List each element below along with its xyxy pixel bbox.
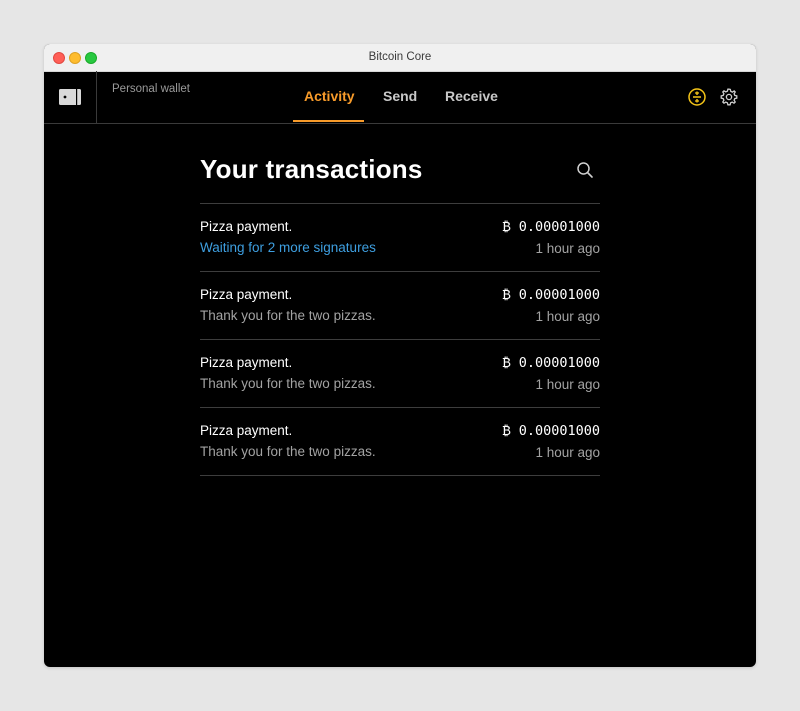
app-window: Bitcoin Core Personal wallet Activity Se… bbox=[44, 44, 756, 667]
transaction-list: Pizza payment. Waiting for 2 more signat… bbox=[200, 203, 600, 476]
active-tab-indicator bbox=[293, 120, 364, 122]
transaction-note: Thank you for the two pizzas. bbox=[200, 444, 376, 459]
transaction-amount: ₿ 0.00001000 bbox=[502, 423, 600, 439]
transaction-label: Pizza payment. bbox=[200, 355, 293, 370]
transaction-row[interactable]: Pizza payment. Thank you for the two piz… bbox=[200, 340, 600, 407]
transaction-label: Pizza payment. bbox=[200, 219, 293, 234]
wallet-name-label: Personal wallet bbox=[112, 83, 190, 95]
list-divider bbox=[200, 475, 600, 476]
transaction-status-note: Waiting for 2 more signatures bbox=[200, 240, 376, 255]
title-bar: Bitcoin Core bbox=[44, 44, 756, 72]
window-title: Bitcoin Core bbox=[368, 51, 432, 63]
transaction-row[interactable]: Pizza payment. Thank you for the two piz… bbox=[200, 272, 600, 339]
transaction-time: 1 hour ago bbox=[535, 445, 600, 460]
network-status-icon[interactable] bbox=[687, 87, 707, 107]
transaction-label: Pizza payment. bbox=[200, 423, 293, 438]
wallet-icon bbox=[59, 89, 81, 105]
search-icon[interactable] bbox=[576, 161, 594, 179]
top-navigation-bar: Personal wallet Activity Send Receive bbox=[44, 71, 756, 124]
tab-receive[interactable]: Receive bbox=[445, 88, 498, 104]
transaction-row[interactable]: Pizza payment. Waiting for 2 more signat… bbox=[200, 204, 600, 271]
tab-activity[interactable]: Activity bbox=[304, 88, 355, 104]
transaction-amount: ₿ 0.00001000 bbox=[502, 287, 600, 303]
transaction-time: 1 hour ago bbox=[535, 241, 600, 256]
transaction-time: 1 hour ago bbox=[535, 309, 600, 324]
transaction-time: 1 hour ago bbox=[535, 377, 600, 392]
wallet-selector-button[interactable] bbox=[44, 71, 97, 123]
transaction-amount: ₿ 0.00001000 bbox=[502, 219, 600, 235]
gear-icon[interactable] bbox=[719, 87, 739, 107]
transaction-amount: ₿ 0.00001000 bbox=[502, 355, 600, 371]
transaction-note: Thank you for the two pizzas. bbox=[200, 376, 376, 391]
transaction-note: Thank you for the two pizzas. bbox=[200, 308, 376, 323]
tab-send[interactable]: Send bbox=[383, 88, 417, 104]
transaction-row[interactable]: Pizza payment. Thank you for the two piz… bbox=[200, 408, 600, 475]
page-title: Your transactions bbox=[200, 154, 423, 184]
transaction-label: Pizza payment. bbox=[200, 287, 293, 302]
